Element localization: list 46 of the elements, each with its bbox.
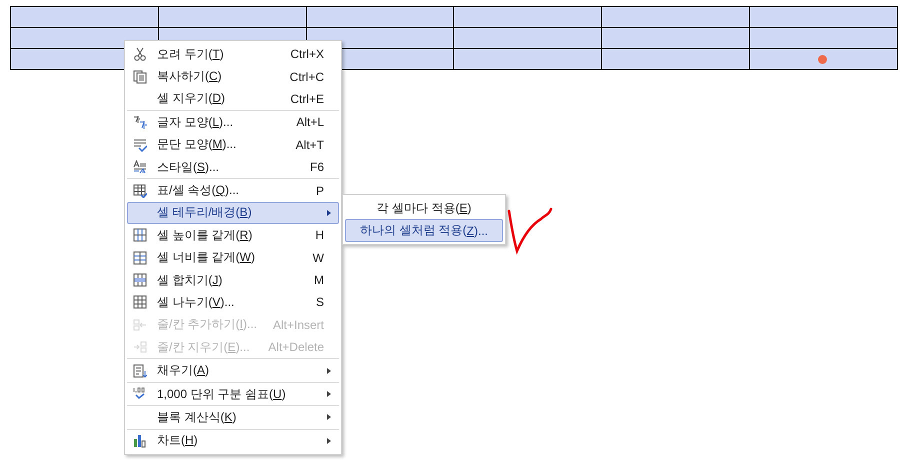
menu-item[interactable]: 오려 두기(T) Ctrl+X	[127, 43, 339, 66]
menu-item[interactable]: 셀 합치기(J) M	[127, 268, 339, 292]
menu-item[interactable]: 셀 높이를 같게(R) H	[127, 224, 339, 247]
handwritten-checkmark-drawing	[505, 205, 555, 255]
table-cell[interactable]	[454, 48, 602, 70]
table-cell[interactable]	[602, 28, 750, 48]
table-cell[interactable]	[750, 6, 898, 28]
table-cell[interactable]	[750, 28, 898, 48]
menu-item[interactable]: 셀 나누기(V)... S	[127, 291, 339, 314]
insert-row-icon	[133, 318, 147, 332]
menu-item[interactable]: 글자 모양(L)... Alt+L	[127, 111, 339, 134]
menu-item[interactable]: 셀 테두리/배경(B)	[127, 202, 339, 224]
table-properties-icon	[133, 184, 147, 198]
menu-item[interactable]: 셀 지우기(D) Ctrl+E	[127, 88, 339, 110]
equal-width-icon	[133, 250, 147, 265]
table-cell[interactable]	[454, 28, 602, 48]
menu-item[interactable]: 채우기(A)	[127, 359, 339, 382]
menu-item[interactable]: 복사하기(C) Ctrl+C	[127, 65, 339, 88]
menu-item[interactable]: 하나의 셀처럼 적용(Z)...	[345, 219, 503, 242]
scissors-icon	[133, 47, 147, 62]
table-cell[interactable]	[306, 6, 454, 28]
fill-icon	[133, 364, 147, 378]
table-cell[interactable]	[454, 6, 602, 28]
bar-chart-icon	[133, 434, 147, 448]
table-cell[interactable]	[602, 6, 750, 28]
menu-item[interactable]: 스타일(S)... F6	[127, 156, 339, 178]
menu-item[interactable]: 셀 너비를 같게(W) W	[127, 246, 339, 269]
menu-item[interactable]: 각 셀마다 적용(E)	[345, 197, 503, 220]
equal-height-icon	[133, 228, 147, 242]
table-cell[interactable]	[750, 48, 898, 70]
split-cells-icon	[133, 295, 147, 310]
font-shape-icon	[133, 115, 147, 130]
copy-icon	[133, 70, 147, 84]
table-cell[interactable]	[10, 6, 158, 28]
menu-item[interactable]: 차트(H)	[127, 430, 339, 452]
table-cell[interactable]	[602, 48, 750, 70]
menu-item[interactable]: 블록 계산식(K)	[127, 406, 339, 429]
menu-item[interactable]: 표/셀 속성(Q)... P	[127, 179, 339, 202]
menu-item[interactable]: 문단 모양(M)... Alt+T	[127, 134, 339, 156]
paragraph-icon	[133, 138, 147, 152]
style-icon	[133, 160, 147, 174]
merge-cells-icon	[133, 273, 147, 288]
menu-item[interactable]: 1,000 단위 구분 쉼표(U)	[127, 382, 339, 406]
table-cell[interactable]	[158, 6, 306, 28]
delete-row-icon	[133, 340, 147, 354]
thousands-comma-icon	[133, 387, 147, 402]
